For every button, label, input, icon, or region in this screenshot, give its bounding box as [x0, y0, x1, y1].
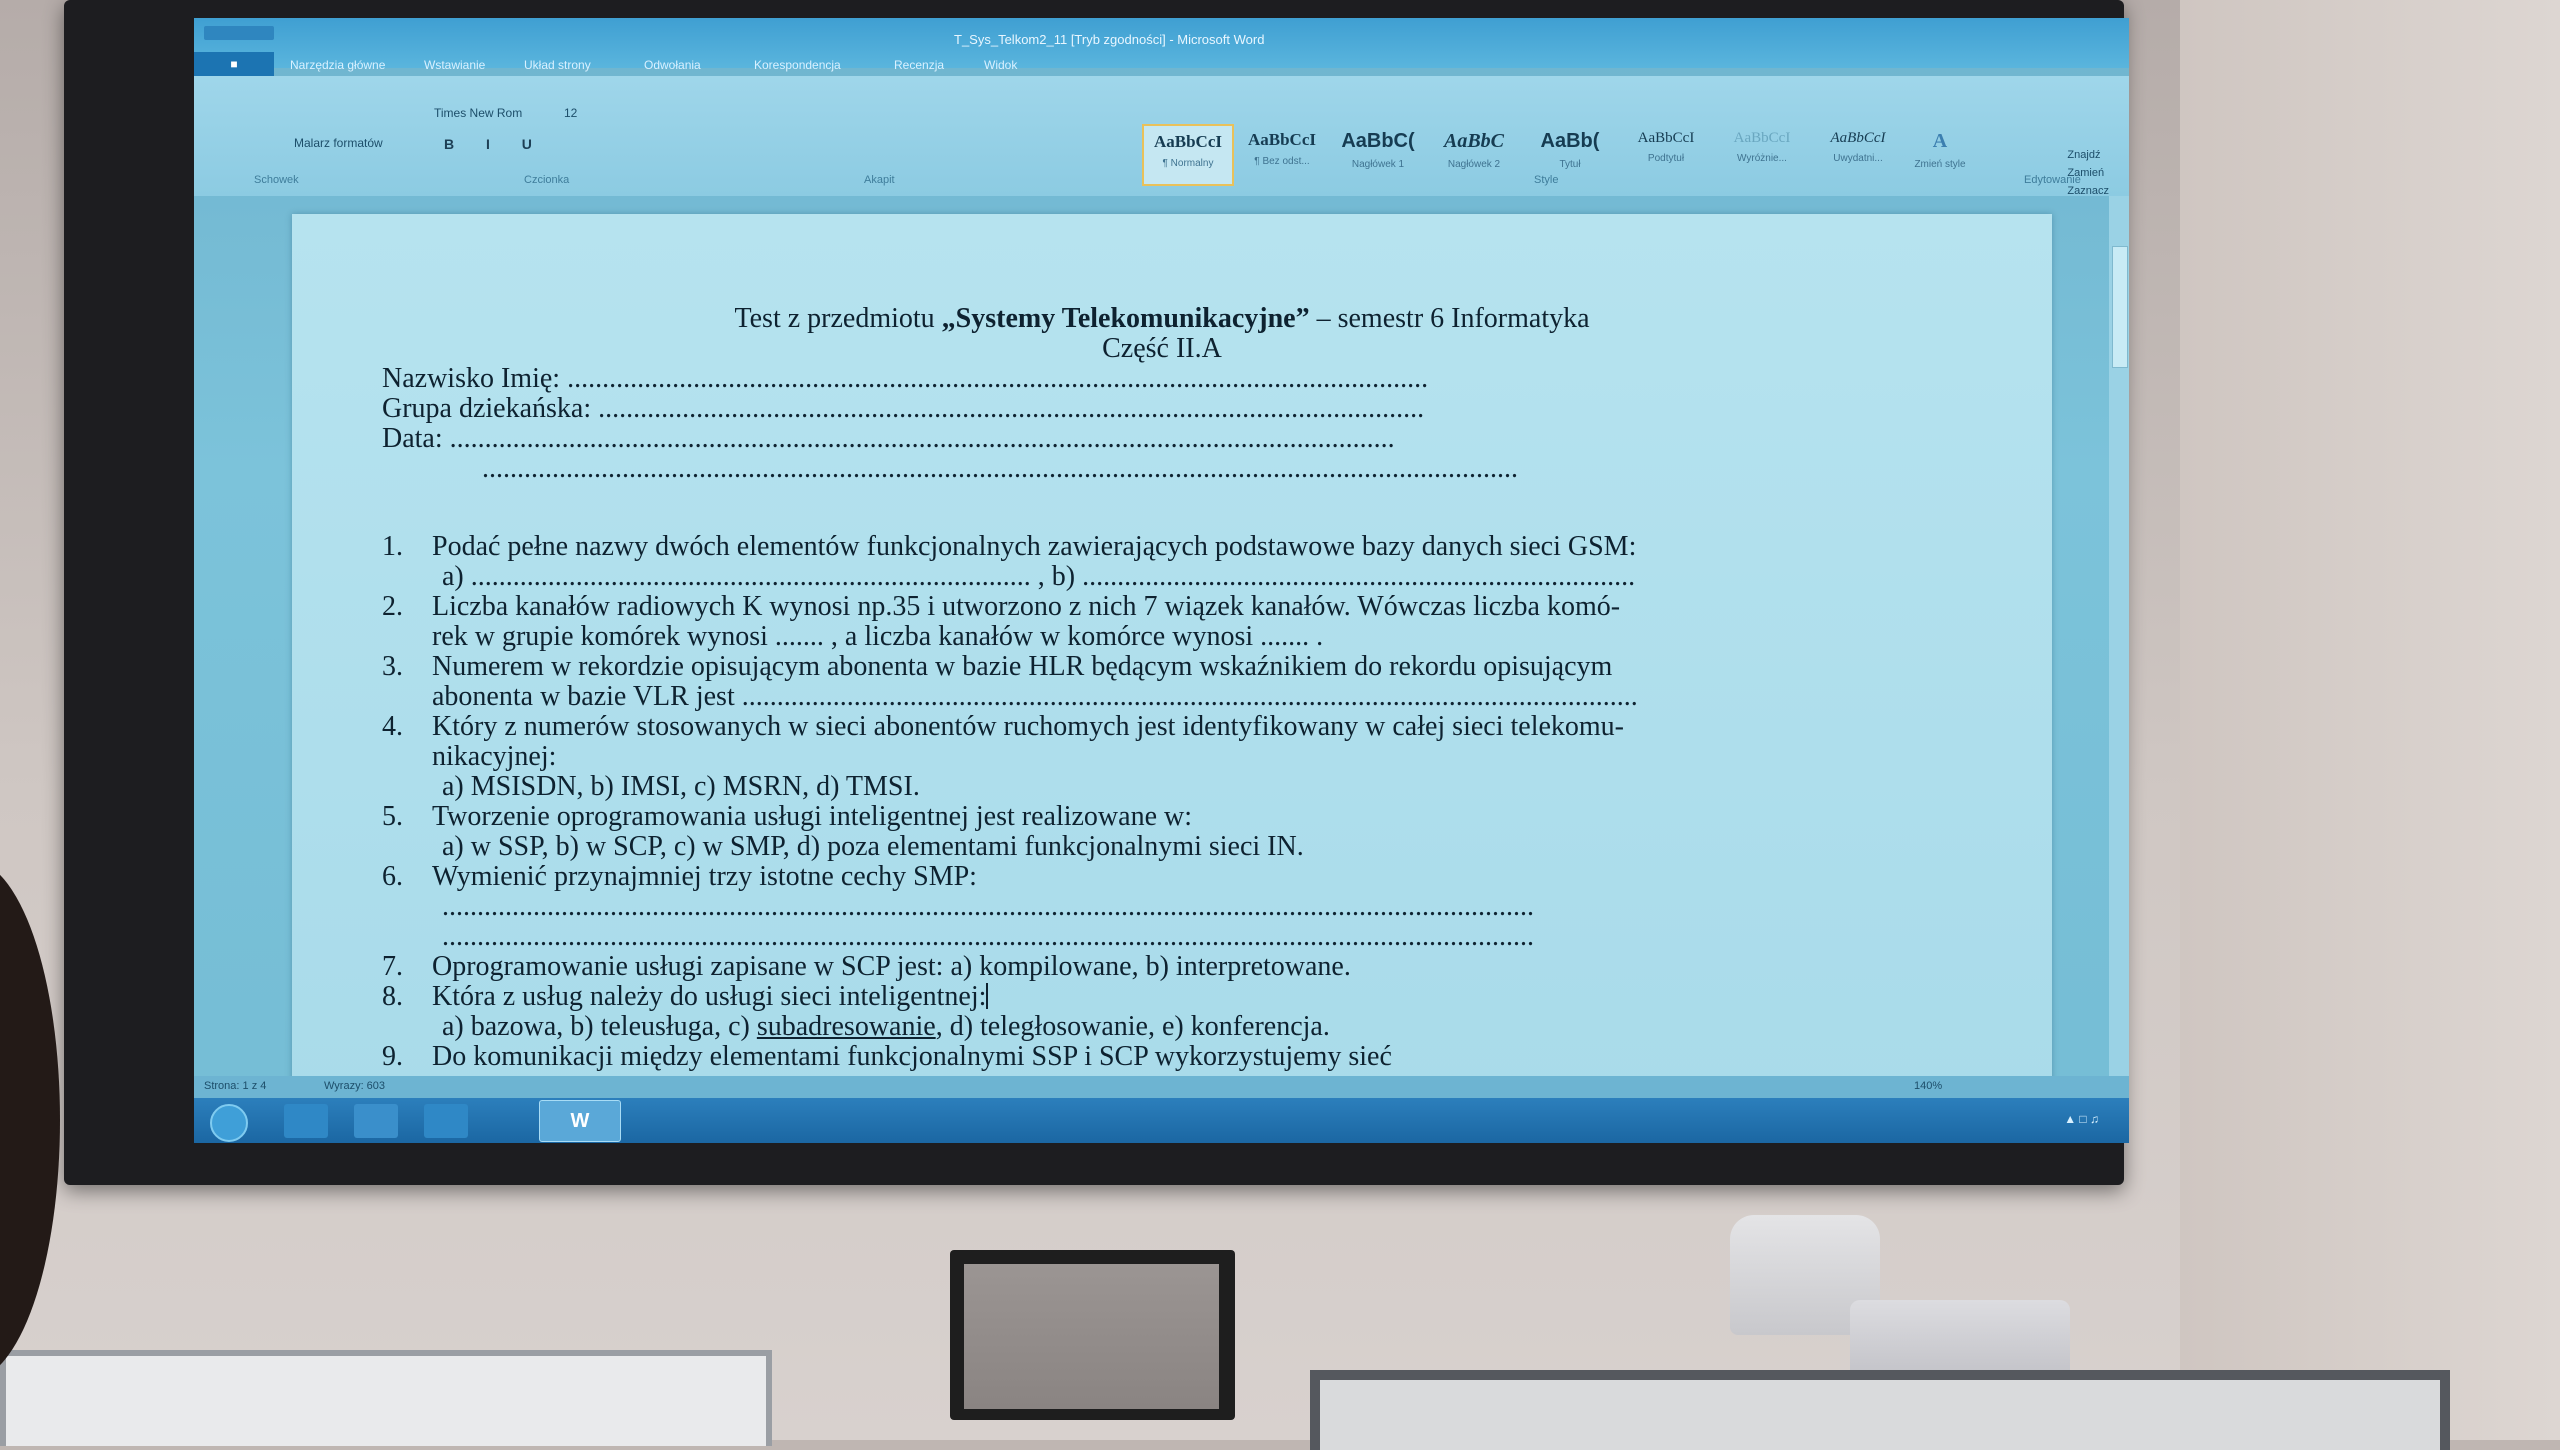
font-name-box[interactable]: Times New Rom: [434, 106, 522, 120]
field-group: Grupa dziekańska: ......................…: [382, 394, 1425, 424]
question-7: 7. Oprogramowanie usługi zapisane w SCP j…: [382, 951, 1351, 982]
windows-taskbar: W ▲ □ ♫: [194, 1098, 2129, 1143]
style-no-spacing[interactable]: AaBbCcI ¶ Bez odst...: [1238, 124, 1326, 182]
file-tab[interactable]: ■: [194, 52, 274, 76]
group-clipboard-label: Schowek: [254, 174, 299, 186]
ribbon-tabs: ■ Narzędzia główne Wstawianie Układ stro…: [194, 52, 2129, 76]
editing-group: Znajdź Zamień Zaznacz: [2067, 146, 2109, 200]
quick-access-toolbar[interactable]: [204, 26, 274, 40]
style-normal[interactable]: AaBbCcI ¶ Normalny: [1142, 124, 1234, 186]
tab-review[interactable]: Recenzja: [894, 58, 944, 72]
group-paragraph-label: Akapit: [864, 174, 895, 186]
word-taskbar-button[interactable]: W: [539, 1100, 621, 1142]
question-5-options: a) w SSP, b) w SCP, c) w SMP, d) poza el…: [442, 831, 1304, 862]
question-8-options: a) bazowa, b) teleusługa, c) subadresowa…: [442, 1011, 1330, 1042]
question-1: 1. Podać pełne nazwy dwóch elementów funk…: [382, 531, 1637, 562]
question-5: 5. Tworzenie oprogramowania usługi inteli…: [382, 801, 1193, 832]
document-body[interactable]: Test z przedmiotu „Systemy Telekomunikac…: [382, 304, 1942, 1072]
document-subtitle: Część II.A: [1102, 333, 1222, 364]
tab-view[interactable]: Widok: [984, 58, 1017, 72]
group-font-label: Czcionka: [524, 174, 570, 186]
question-1-answer: a) .....................................…: [442, 561, 1636, 592]
question-8: 8. Która z usług należy do usługi sieci i…: [382, 981, 989, 1012]
explorer-icon[interactable]: [354, 1104, 398, 1138]
select-button[interactable]: Zaznacz: [2067, 182, 2109, 200]
tab-page-layout[interactable]: Układ strony: [524, 58, 591, 72]
question-6-line-2: ........................................…: [442, 921, 1534, 952]
start-button[interactable]: [210, 1104, 248, 1142]
question-6: 6. Wymienić przynajmniej trzy istotne cec…: [382, 861, 977, 892]
style-heading-1[interactable]: AaBbC( Nagłówek 1: [1334, 124, 1422, 182]
question-9: 9. Do komunikacji między elementami funkc…: [382, 1041, 1392, 1072]
room-wall-right: [2180, 0, 2560, 1440]
status-words[interactable]: Wyrazy: 603: [324, 1080, 385, 1092]
style-subtitle[interactable]: AaBbCcI Podtytuł: [1622, 124, 1710, 182]
ie-icon[interactable]: [284, 1104, 328, 1138]
status-bar: Strona: 1 z 4 Wyrazy: 603 140%: [194, 1076, 2129, 1098]
question-4-cont: nikacyjnej:: [432, 741, 557, 772]
window-title: T_Sys_Telkom2_11 [Tryb zgodności] - Micr…: [954, 32, 1265, 47]
document-title: Test z przedmiotu „Systemy Telekomunikac…: [734, 303, 1590, 334]
question-2-cont: rek w grupie komórek wynosi ....... , a …: [432, 621, 1324, 652]
system-tray[interactable]: ▲ □ ♫: [2064, 1112, 2099, 1126]
question-2: 2. Liczba kanałów radiowych K wynosi np.3…: [382, 591, 1621, 622]
change-styles-button[interactable]: A Zmień style: [1910, 124, 1970, 182]
ribbon: Times New Rom 12 Malarz formatów B I U S…: [194, 76, 2129, 197]
style-emphasis[interactable]: AaBbCcI Uwydatni...: [1814, 124, 1902, 182]
vertical-scrollbar[interactable]: [2109, 196, 2129, 1096]
format-painter-button[interactable]: Malarz formatów: [294, 136, 383, 150]
change-styles-icon: A: [1932, 130, 1948, 152]
question-4-options: a) MSISDN, b) IMSI, c) MSRN, d) TMSI.: [442, 771, 920, 802]
speaker-grill: [964, 1264, 1219, 1409]
font-size-box[interactable]: 12: [564, 106, 577, 120]
media-player-icon[interactable]: [424, 1104, 468, 1138]
wall-speaker: [950, 1250, 1235, 1420]
field-name: Nazwisko Imię: .........................…: [382, 364, 1429, 394]
whiteboard: [0, 1350, 772, 1446]
replace-button[interactable]: Zamień: [2067, 164, 2109, 182]
field-date: Data: ..................................…: [382, 424, 1395, 454]
question-3-cont: abonenta w bazie VLR jest ..............…: [432, 681, 1638, 712]
tab-references[interactable]: Odwołania: [644, 58, 701, 72]
tab-home[interactable]: Narzędzia główne: [290, 58, 385, 72]
tab-mailings[interactable]: Korespondencja: [754, 58, 841, 72]
text-cursor: [986, 983, 989, 1009]
style-title[interactable]: AaBb( Tytuł: [1526, 124, 1614, 182]
style-subtle-emphasis[interactable]: AaBbCcI Wyróżnie...: [1718, 124, 1806, 182]
document-page[interactable]: Test z przedmiotu „Systemy Telekomunikac…: [292, 214, 2052, 1094]
question-4: 4. Który z numerów stosowanych w sieci ab…: [382, 711, 1625, 742]
status-page[interactable]: Strona: 1 z 4: [204, 1080, 266, 1092]
font-format-buttons[interactable]: B I U: [444, 136, 546, 152]
field-extra-dots: ........................................…: [482, 454, 1518, 484]
question-6-line-1: ........................................…: [442, 891, 1534, 922]
style-heading-2[interactable]: AaBbC Nagłówek 2: [1430, 124, 1518, 182]
find-button[interactable]: Znajdź: [2067, 146, 2109, 164]
tab-insert[interactable]: Wstawianie: [424, 58, 485, 72]
status-zoom[interactable]: 140%: [1914, 1080, 1942, 1092]
question-3: 3. Numerem w rekordzie opisującym abonent…: [382, 651, 1613, 682]
projected-word-window: T_Sys_Telkom2_11 [Tryb zgodności] - Micr…: [194, 18, 2129, 1143]
projection-screen-frame: T_Sys_Telkom2_11 [Tryb zgodności] - Micr…: [64, 0, 2129, 1185]
interactive-board: [1310, 1370, 2450, 1450]
scrollbar-thumb[interactable]: [2112, 246, 2128, 368]
